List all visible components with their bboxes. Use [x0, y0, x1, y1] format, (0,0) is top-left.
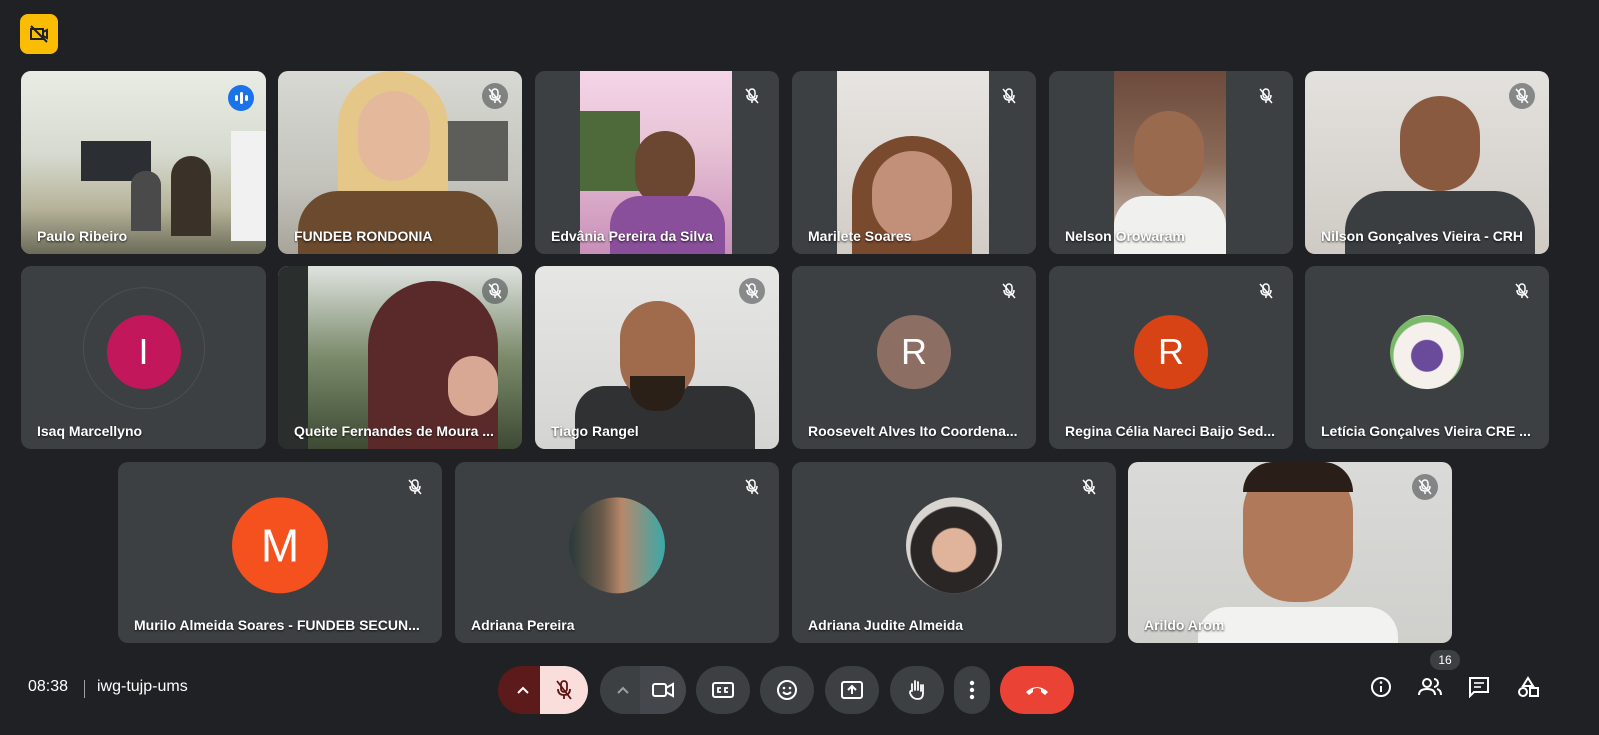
participant-tile-adriana-pereira[interactable]: Adriana Pereira	[455, 462, 779, 643]
avatar-photo	[1390, 314, 1464, 389]
mic-off-icon	[996, 278, 1022, 304]
mic-off-icon	[482, 83, 508, 109]
leave-call-button[interactable]	[1000, 666, 1074, 714]
avatar: I	[106, 314, 181, 389]
participant-name: Nilson Gonçalves Vieira - CRH	[1321, 228, 1524, 244]
meeting-toolbar: 08:38 iwg-tujp-ums 16	[0, 650, 1599, 735]
more-vert-icon	[969, 680, 975, 700]
participant-name: Marilete Soares	[808, 228, 912, 244]
microphone-toggle-button[interactable]	[540, 666, 588, 714]
end-call-icon	[1026, 687, 1048, 695]
participant-name: Tiago Rangel	[551, 423, 639, 439]
mic-off-icon	[1412, 474, 1438, 500]
activities-button[interactable]	[1511, 670, 1545, 704]
participant-name: Edvânia Pereira da Silva	[551, 228, 713, 244]
divider	[84, 680, 85, 698]
participant-name: Isaq Marcellyno	[37, 423, 143, 439]
participant-tile-regina[interactable]: R Regina Célia Nareci Baijo Sed...	[1049, 266, 1293, 449]
mic-off-icon	[1509, 83, 1535, 109]
participant-tile-edvania[interactable]: Edvânia Pereira da Silva	[535, 71, 779, 254]
participant-tile-paulo[interactable]: Paulo Ribeiro	[21, 71, 266, 254]
closed-captions-icon	[712, 682, 734, 698]
speaking-indicator-icon	[228, 85, 254, 111]
chat-icon	[1469, 677, 1489, 698]
participant-tile-queite[interactable]: Queite Fernandes de Moura ...	[278, 266, 522, 449]
people-button[interactable]	[1413, 670, 1447, 704]
recording-badge[interactable]	[20, 14, 58, 54]
participant-tile-marilete[interactable]: Marilete Soares	[792, 71, 1036, 254]
info-icon	[1371, 677, 1391, 697]
meeting-details-button[interactable]	[1364, 670, 1398, 704]
avatar: M	[232, 496, 328, 593]
participant-name: Adriana Judite Almeida	[808, 617, 964, 633]
mic-off-icon	[1076, 474, 1102, 500]
camera-icon	[652, 682, 674, 698]
avatar-photo	[569, 496, 665, 593]
present-screen-button[interactable]	[825, 666, 879, 714]
mic-off-icon	[556, 680, 572, 700]
mic-off-icon	[996, 83, 1022, 109]
mic-off-icon	[739, 474, 765, 500]
raise-hand-button[interactable]	[890, 666, 944, 714]
participant-name: Arildo Arom	[1144, 617, 1225, 633]
chevron-up-icon	[517, 686, 529, 694]
activities-icon	[1518, 676, 1539, 697]
mic-off-icon	[482, 278, 508, 304]
participant-name: Nelson Orowaram	[1065, 228, 1185, 244]
participant-name: Regina Célia Nareci Baijo Sed...	[1065, 423, 1276, 439]
participant-tile-nilson[interactable]: Nilson Gonçalves Vieira - CRH	[1305, 71, 1549, 254]
participant-tile-fundeb-rondonia[interactable]: FUNDEB RONDONIA	[278, 71, 522, 254]
participant-tile-roosevelt[interactable]: R Roosevelt Alves Ito Coordena...	[792, 266, 1036, 449]
participant-tile-isaq[interactable]: I Isaq Marcellyno	[21, 266, 266, 449]
participant-name: Paulo Ribeiro	[37, 228, 128, 244]
participant-name: Adriana Pereira	[471, 617, 575, 633]
avatar-photo	[906, 496, 1002, 593]
participant-name: Letícia Gonçalves Vieira CRE ...	[1321, 423, 1531, 439]
participant-tile-murilo[interactable]: M Murilo Almeida Soares - FUNDEB SECUN..…	[118, 462, 442, 643]
mic-off-icon	[1509, 278, 1535, 304]
participant-tile-nelson[interactable]: Nelson Orowaram	[1049, 71, 1293, 254]
camera-toggle-button[interactable]	[640, 666, 686, 714]
participant-tile-arildo[interactable]: Arildo Arom	[1128, 462, 1452, 643]
participant-name: Murilo Almeida Soares - FUNDEB SECUN...	[134, 617, 420, 633]
present-icon	[841, 681, 863, 699]
participant-name: FUNDEB RONDONIA	[294, 228, 433, 244]
meeting-code: iwg-tujp-ums	[97, 678, 188, 695]
participant-name: Queite Fernandes de Moura ...	[294, 423, 494, 439]
chat-button[interactable]	[1462, 670, 1496, 704]
mic-off-icon	[1253, 83, 1279, 109]
captions-button[interactable]	[696, 666, 750, 714]
chevron-up-icon	[617, 686, 629, 694]
mic-off-icon	[739, 83, 765, 109]
participant-tile-tiago[interactable]: Tiago Rangel	[535, 266, 779, 449]
avatar: R	[877, 314, 951, 389]
avatar: R	[1134, 314, 1208, 389]
mic-off-icon	[402, 474, 428, 500]
video-feed	[1128, 462, 1452, 643]
more-options-button[interactable]	[954, 666, 990, 714]
mic-off-icon	[1253, 278, 1279, 304]
meeting-time: 08:38	[28, 678, 69, 695]
participant-tile-adriana-judite[interactable]: Adriana Judite Almeida	[792, 462, 1116, 643]
people-icon	[1418, 678, 1442, 696]
reactions-button[interactable]	[760, 666, 814, 714]
emoji-icon	[777, 680, 797, 700]
camera-off-icon	[30, 25, 48, 43]
hand-icon	[909, 680, 924, 700]
participant-count-badge: 16	[1430, 650, 1460, 670]
participant-tile-leticia[interactable]: Letícia Gonçalves Vieira CRE ...	[1305, 266, 1549, 449]
mic-off-icon	[739, 278, 765, 304]
participant-name: Roosevelt Alves Ito Coordena...	[808, 423, 1018, 439]
